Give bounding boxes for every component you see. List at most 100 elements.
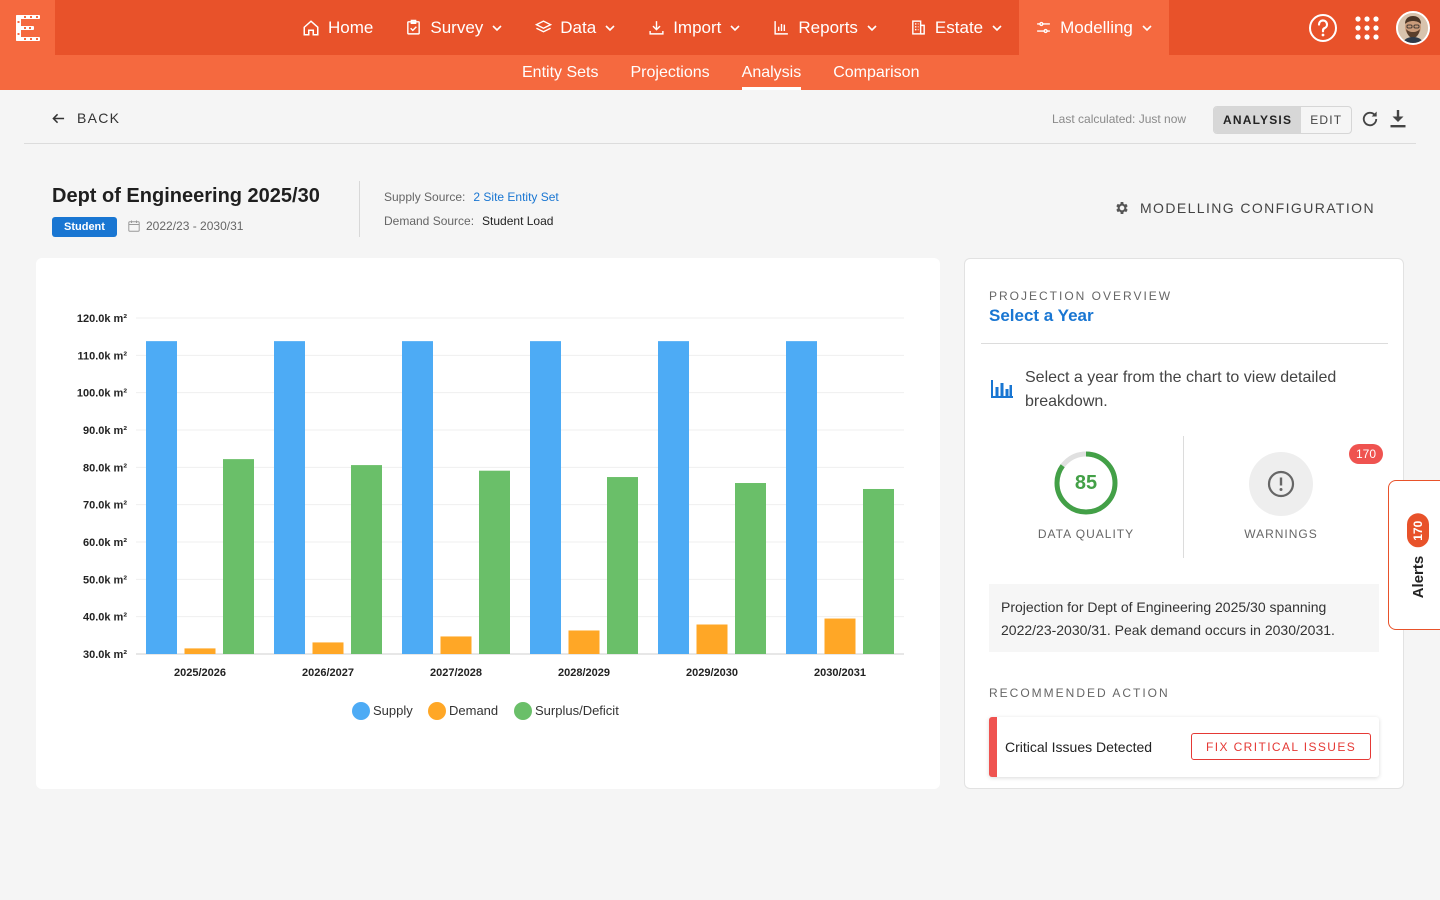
- legend-label: Supply: [373, 703, 413, 718]
- top-right-actions: [1308, 0, 1430, 55]
- overview-title: Select a Year: [989, 306, 1094, 325]
- tab-entity-sets[interactable]: Entity Sets: [506, 55, 614, 90]
- legend-swatch: [352, 702, 370, 720]
- overview-hint-text: Select a year from the chart to view det…: [1025, 369, 1337, 410]
- nav-item-survey[interactable]: Survey: [389, 0, 519, 55]
- chart-bar-surplus-deficit[interactable]: [351, 465, 382, 654]
- chart-bar-demand[interactable]: [568, 630, 600, 654]
- nav-item-label: Data: [560, 17, 597, 37]
- alerts-tab-content: Alerts 170: [1407, 513, 1429, 598]
- chart-bar-demand[interactable]: [184, 648, 216, 654]
- apps-grid-icon[interactable]: [1354, 15, 1380, 41]
- modelling-configuration-button[interactable]: MODELLING CONFIGURATION: [1114, 200, 1375, 216]
- x-tick-label: 2029/2030: [686, 667, 738, 679]
- alerts-count-badge: 170: [1407, 513, 1429, 548]
- y-tick-label: 100.0k m²: [77, 388, 127, 400]
- y-tick-label: 30.0k m²: [83, 649, 127, 661]
- chart-bar-supply[interactable]: [402, 341, 433, 654]
- refresh-icon[interactable]: [1360, 109, 1380, 129]
- chart-bar-demand[interactable]: [440, 636, 472, 654]
- config-label: MODELLING CONFIGURATION: [1140, 200, 1375, 216]
- chart-bar-demand[interactable]: [312, 642, 344, 654]
- chart-bar-supply[interactable]: [658, 341, 689, 654]
- supply-source-label: Supply Source:: [384, 190, 466, 204]
- demand-source-label: Demand Source:: [384, 214, 475, 228]
- nav-item-label: Home: [328, 17, 374, 37]
- bar-chart-icon: [774, 21, 789, 35]
- data-quality-value: 85: [1074, 471, 1098, 494]
- chart-bar-supply[interactable]: [530, 341, 561, 654]
- chevron-down-icon: [730, 24, 740, 31]
- header-divider: [359, 181, 360, 237]
- y-tick-label: 120.0k m²: [77, 313, 127, 325]
- page-title: Dept of Engineering 2025/30: [52, 185, 320, 207]
- date-range-text: 2022/23 - 2030/31: [146, 219, 244, 233]
- building-icon: [912, 20, 925, 35]
- nav-item-label: Survey: [430, 17, 484, 37]
- modelling-subnav: Entity Sets Projections Analysis Compari…: [506, 55, 935, 90]
- back-label: BACK: [77, 110, 121, 126]
- chevron-down-icon: [867, 24, 877, 31]
- chart-bar-demand[interactable]: [696, 624, 728, 654]
- data-quality-label: DATA QUALITY: [1037, 527, 1135, 541]
- recommended-action-box: Critical Issues Detected FIX CRITICAL IS…: [989, 717, 1379, 777]
- chart-bar-demand[interactable]: [824, 618, 856, 654]
- alerts-side-tab[interactable]: Alerts 170: [1388, 480, 1440, 630]
- nav-item-label: Import: [673, 17, 722, 37]
- y-tick-label: 70.0k m²: [83, 500, 127, 512]
- download-icon: [649, 21, 664, 35]
- x-tick-label: 2026/2027: [302, 667, 354, 679]
- category-badge: Student: [52, 217, 117, 237]
- chart-bar-supply[interactable]: [274, 341, 305, 654]
- nav-item-modelling[interactable]: Modelling: [1019, 0, 1169, 55]
- analysis-toggle-button[interactable]: ANALYSIS: [1214, 107, 1302, 133]
- x-tick-label: 2028/2029: [558, 667, 610, 679]
- projection-bar-chart[interactable]: 30.0k m² 40.0k m² 50.0k m² 60.0k m² 70.0k m²…: [36, 258, 940, 789]
- nav-item-label: Estate: [934, 17, 984, 37]
- chevron-down-icon: [992, 24, 1002, 31]
- download-icon[interactable]: [1389, 109, 1407, 129]
- supply-source-link[interactable]: 2 Site Entity Set: [473, 190, 558, 204]
- sliders-icon: [1037, 21, 1050, 34]
- nav-item-import[interactable]: Import: [632, 0, 757, 55]
- nav-item-home[interactable]: Home: [286, 0, 389, 55]
- app-logo[interactable]: [0, 0, 55, 55]
- warnings-count-badge: 170: [1349, 444, 1384, 464]
- demand-source-value: Student Load: [482, 214, 554, 228]
- chart-bar-supply[interactable]: [146, 341, 177, 654]
- y-tick-label: 60.0k m²: [83, 537, 127, 549]
- x-tick-label: 2025/2026: [174, 667, 226, 679]
- chart-bar-surplus-deficit[interactable]: [223, 459, 254, 654]
- edit-toggle-button[interactable]: EDIT: [1301, 107, 1351, 133]
- back-button[interactable]: BACK: [52, 110, 120, 126]
- gear-icon: [1116, 202, 1128, 214]
- toolbar-divider: [24, 143, 1416, 144]
- fix-critical-issues-button[interactable]: FIX CRITICAL ISSUES: [1191, 733, 1372, 760]
- nav-item-estate[interactable]: Estate: [894, 0, 1019, 55]
- legend-label: Surplus/Deficit: [535, 703, 619, 718]
- y-tick-label: 90.0k m²: [83, 425, 127, 437]
- tab-analysis[interactable]: Analysis: [726, 55, 818, 90]
- supply-source: Supply Source: 2 Site Entity Set: [384, 190, 559, 204]
- legend-swatch: [514, 702, 532, 720]
- help-icon[interactable]: [1308, 13, 1338, 43]
- warnings-button[interactable]: 170: [1249, 444, 1384, 516]
- overview-divider: [981, 343, 1388, 344]
- x-tick-label: 2030/2031: [814, 667, 866, 679]
- nav-item-reports[interactable]: Reports: [757, 0, 894, 55]
- projection-overview-card: PROJECTION OVERVIEW Select a Year Select…: [964, 258, 1404, 789]
- tab-projections[interactable]: Projections: [614, 55, 725, 90]
- chart-bar-surplus-deficit[interactable]: [479, 470, 510, 654]
- user-avatar[interactable]: [1396, 10, 1430, 45]
- view-toggle: ANALYSIS EDIT: [1213, 106, 1353, 134]
- chevron-down-icon: [1142, 24, 1152, 31]
- chart-bar-supply[interactable]: [786, 341, 817, 654]
- chart-bar-surplus-deficit[interactable]: [607, 477, 638, 654]
- calendar-icon: [128, 220, 140, 232]
- chart-bar-surplus-deficit[interactable]: [735, 483, 766, 654]
- projection-summary: Projection for Dept of Engineering 2025/…: [989, 584, 1379, 652]
- nav-item-data[interactable]: Data: [519, 0, 632, 55]
- y-tick-label: 40.0k m²: [83, 612, 127, 624]
- chart-bar-surplus-deficit[interactable]: [863, 488, 894, 654]
- tab-comparison[interactable]: Comparison: [817, 55, 935, 90]
